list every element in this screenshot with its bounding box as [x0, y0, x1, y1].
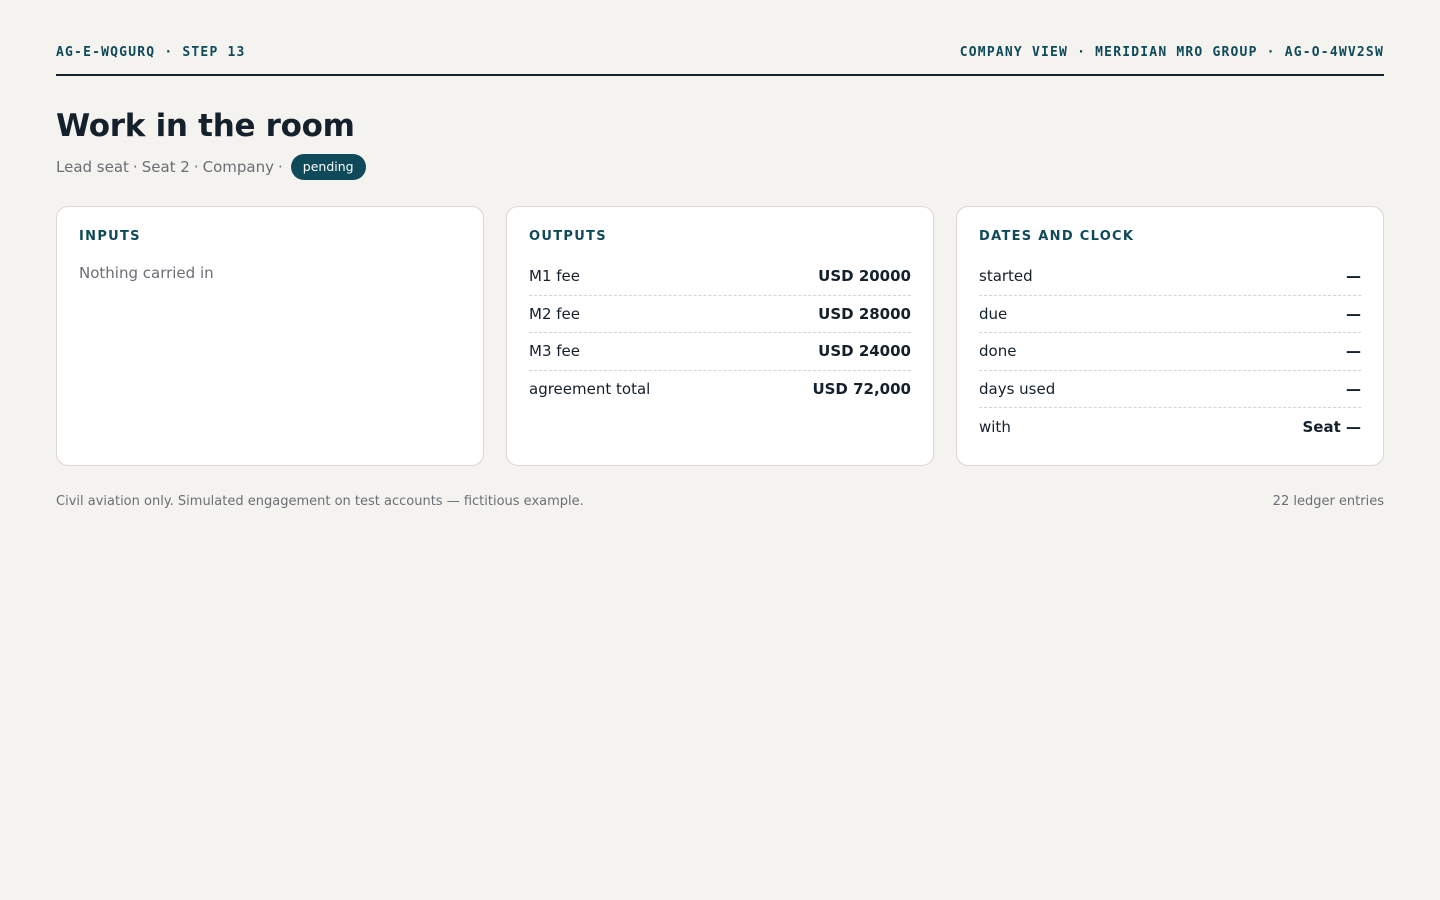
date-row-days-used: days used —: [979, 371, 1361, 408]
output-row-agreement-total: agreement total USD 72,000: [529, 371, 911, 409]
date-value: —: [1346, 304, 1361, 323]
date-label: days used: [979, 379, 1056, 398]
outputs-card: OUTPUTS M1 fee USD 20000 M2 fee USD 2800…: [506, 206, 934, 466]
dates-heading: DATES AND CLOCK: [979, 229, 1135, 244]
cards-row: INPUTS Nothing carried in OUTPUTS M1 fee…: [56, 206, 1384, 466]
inputs-empty-state: Nothing carried in: [79, 264, 214, 282]
footer: Civil aviation only. Simulated engagemen…: [56, 494, 1384, 509]
output-value: USD 20000: [818, 267, 911, 286]
page-subtitle: Lead seat · Seat 2 · Company · pending: [56, 154, 1384, 180]
date-value: —: [1346, 342, 1361, 361]
status-badge: pending: [290, 154, 366, 180]
date-value: Seat —: [1302, 417, 1362, 436]
separator: ·: [132, 158, 138, 176]
date-label: started: [979, 267, 1033, 286]
company-view-label: COMPANY VIEW · MERIDIAN MRO GROUP · AG-O…: [959, 45, 1384, 60]
output-value: USD 24000: [818, 342, 911, 361]
output-label: M1 fee: [529, 267, 580, 286]
date-value: —: [1346, 379, 1361, 398]
seat-role: Lead seat: [56, 158, 129, 176]
seat-number: Seat 2: [141, 158, 190, 176]
date-label: due: [979, 304, 1008, 323]
output-label: M2 fee: [529, 304, 580, 323]
date-row-due: due —: [979, 296, 1361, 333]
date-label: done: [979, 342, 1017, 361]
dates-card: DATES AND CLOCK started — due — done — d…: [956, 206, 1384, 466]
date-label: with: [979, 417, 1011, 436]
date-row-started: started —: [979, 258, 1361, 296]
inputs-card: INPUTS Nothing carried in: [56, 206, 484, 466]
output-row-m3-fee: M3 fee USD 24000: [529, 333, 911, 371]
output-row-m1-fee: M1 fee USD 20000: [529, 258, 911, 296]
ledger-entry-count: 22 ledger entries: [1272, 494, 1384, 509]
output-label: M3 fee: [529, 342, 580, 361]
date-row-with: with Seat —: [979, 408, 1361, 446]
top-bar: AG-E-WQGURQ · STEP 13 COMPANY VIEW · MER…: [56, 0, 1384, 76]
separator: ·: [278, 158, 283, 176]
page: AG-E-WQGURQ · STEP 13 COMPANY VIEW · MER…: [56, 0, 1384, 509]
engagement-step-label: AG-E-WQGURQ · STEP 13: [56, 45, 246, 60]
output-label: agreement total: [529, 380, 651, 399]
output-value: USD 72,000: [812, 380, 911, 399]
date-row-done: done —: [979, 333, 1361, 371]
output-value: USD 28000: [818, 304, 911, 323]
date-value: —: [1346, 267, 1361, 286]
disclaimer-text: Civil aviation only. Simulated engagemen…: [56, 494, 584, 509]
outputs-heading: OUTPUTS: [529, 229, 607, 244]
inputs-heading: INPUTS: [79, 229, 141, 244]
page-title: Work in the room: [56, 108, 355, 144]
party-type: Company: [202, 158, 274, 176]
output-row-m2-fee: M2 fee USD 28000: [529, 296, 911, 333]
separator: ·: [193, 158, 199, 176]
